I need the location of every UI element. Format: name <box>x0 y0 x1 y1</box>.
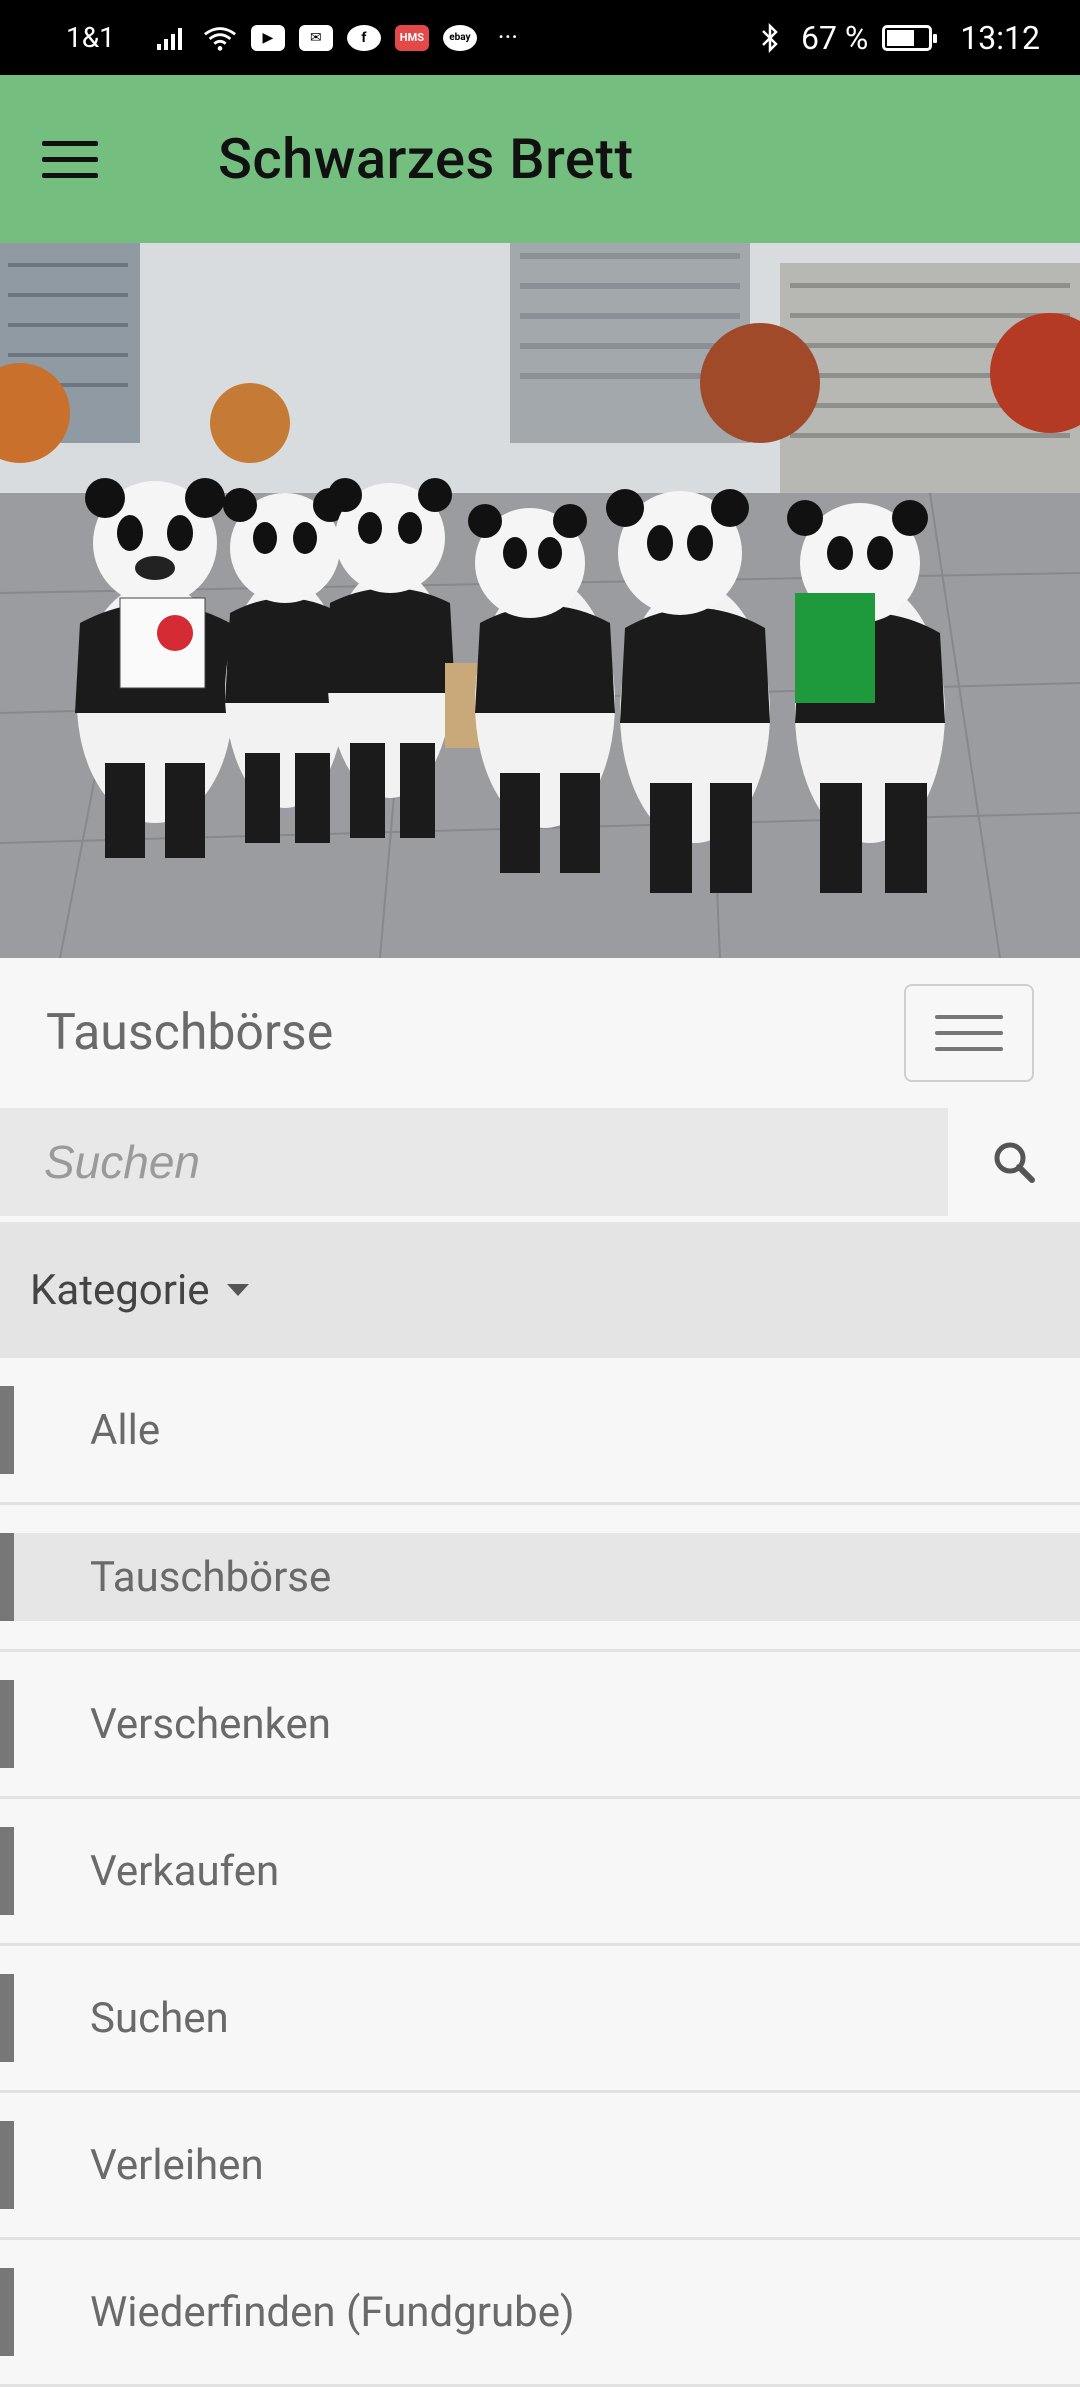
category-indicator <box>0 2121 14 2209</box>
status-bar-right: 67 % 13:12 <box>753 19 1040 57</box>
category-item-label: Verleihen <box>90 2140 264 2190</box>
app-bar: Schwarzes Brett <box>0 75 1080 243</box>
category-indicator <box>0 1533 14 1621</box>
category-indicator <box>0 1386 14 1474</box>
category-item-label: Suchen <box>90 1993 229 2043</box>
wifi-icon <box>203 23 237 53</box>
ebay-icon: ebay <box>442 24 477 51</box>
hamburger-menu-icon[interactable] <box>42 117 126 201</box>
category-item-label: Verschenken <box>90 1699 331 1749</box>
battery-icon <box>882 24 938 51</box>
section-header: Tauschbörse <box>0 958 1080 1108</box>
mail-icon: ✉ <box>298 24 333 51</box>
signal-icon <box>155 23 189 53</box>
category-item-alle[interactable]: Alle <box>0 1358 1080 1505</box>
category-item-verschenken[interactable]: Verschenken <box>0 1652 1080 1799</box>
category-item-wiederfinden[interactable]: Wiederfinden (Fundgrube) <box>0 2240 1080 2387</box>
category-indicator <box>0 1680 14 1768</box>
category-list: Alle Tauschbörse Verschenken Verkaufen S… <box>0 1358 1080 2387</box>
category-item-label: Alle <box>90 1405 161 1455</box>
status-bar: 1&1 ▶ ✉ f HMS ebay ··· 67 % 13:12 <box>0 0 1080 75</box>
battery-percent: 67 % <box>800 18 869 57</box>
hero-image <box>0 243 1080 958</box>
battery-level <box>887 29 915 46</box>
category-indicator <box>0 1974 14 2062</box>
youtube-icon: ▶ <box>250 24 285 51</box>
category-indicator <box>0 1827 14 1915</box>
carrier-label: 1&1 <box>66 21 115 54</box>
category-item-label: Tauschbörse <box>0 1533 1080 1621</box>
bluetooth-icon <box>753 22 787 53</box>
category-label: Kategorie <box>30 1265 210 1315</box>
search-bar <box>0 1108 1080 1216</box>
category-indicator <box>0 2268 14 2356</box>
category-item-verkaufen[interactable]: Verkaufen <box>0 1799 1080 1946</box>
search-button[interactable] <box>948 1108 1080 1216</box>
category-item-verleihen[interactable]: Verleihen <box>0 2093 1080 2240</box>
hamburger-menu-icon <box>935 1015 1003 1019</box>
status-bar-left: 1&1 ▶ ✉ f HMS ebay ··· <box>66 21 525 54</box>
caret-down-icon <box>227 1284 250 1296</box>
category-item-suchen[interactable]: Suchen <box>0 1946 1080 2093</box>
search-input[interactable] <box>0 1108 948 1216</box>
category-item-label: Wiederfinden (Fundgrube) <box>90 2287 575 2337</box>
more-icon: ··· <box>497 22 519 53</box>
clock: 13:12 <box>960 18 1040 57</box>
category-item-tauschboerse[interactable]: Tauschbörse <box>0 1505 1080 1652</box>
panda-costumes-photo <box>0 243 1080 958</box>
navbar-toggle-button[interactable] <box>904 984 1034 1082</box>
category-dropdown[interactable]: Kategorie <box>0 1222 1080 1358</box>
search-icon <box>994 1142 1035 1183</box>
app-title: Schwarzes Brett <box>218 126 634 192</box>
category-item-label: Verkaufen <box>90 1846 280 1896</box>
facebook-icon: f <box>346 24 381 51</box>
section-title: Tauschbörse <box>46 1004 334 1062</box>
hms-icon: HMS <box>394 24 429 51</box>
